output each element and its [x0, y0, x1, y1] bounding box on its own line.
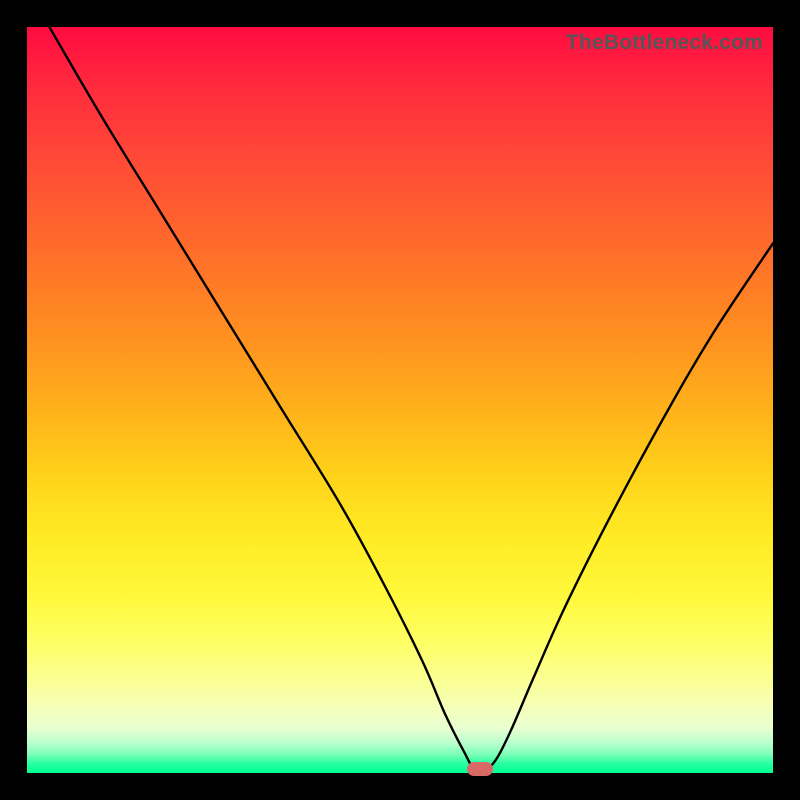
plot-area: TheBottleneck.com [27, 27, 773, 773]
optimal-marker [467, 762, 493, 776]
bottleneck-curve [27, 27, 773, 773]
curve-path [49, 27, 773, 771]
chart-frame: TheBottleneck.com [0, 0, 800, 800]
